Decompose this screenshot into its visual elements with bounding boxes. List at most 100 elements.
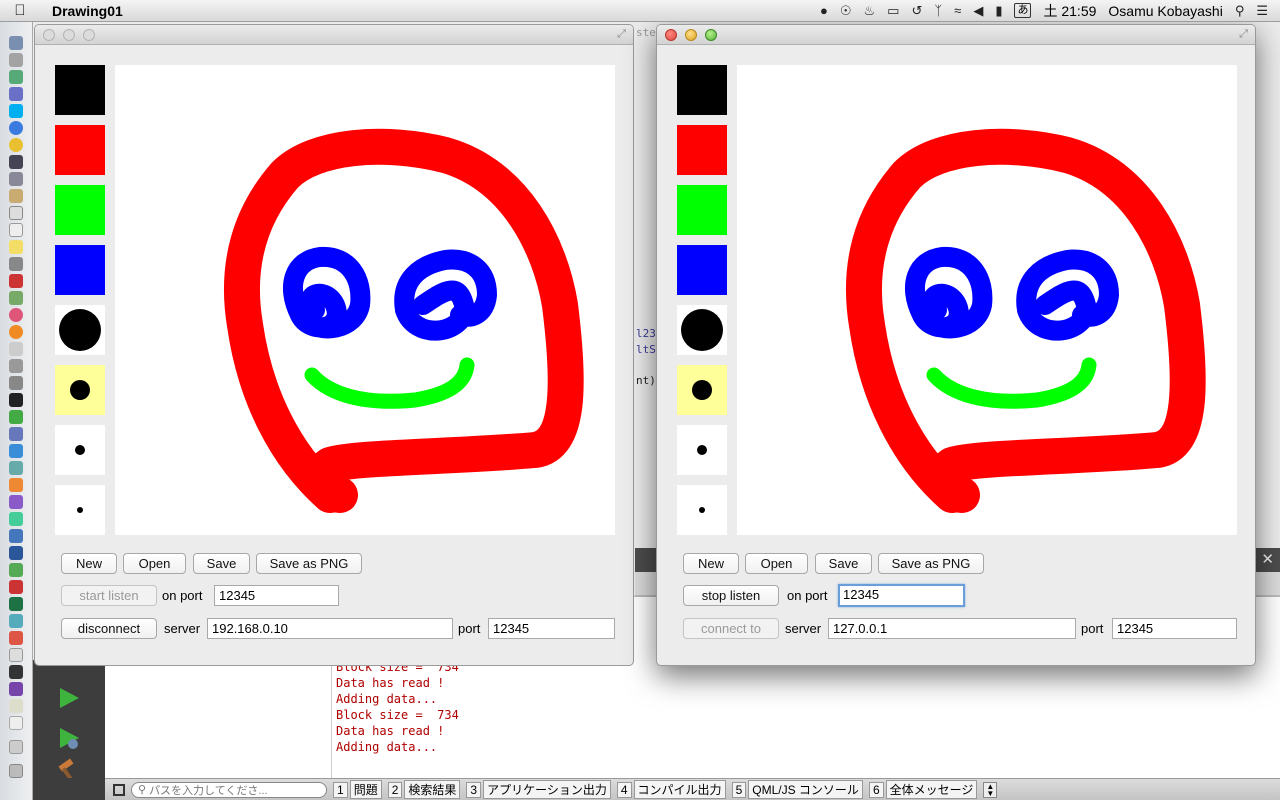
brush-size-large[interactable] [55, 305, 105, 355]
calendar-icon[interactable] [9, 206, 23, 220]
bluetooth-icon[interactable]: ᛉ [934, 3, 942, 18]
finder-icon[interactable] [9, 36, 23, 50]
app-icon[interactable] [9, 682, 23, 696]
menubar-user[interactable]: Osamu Kobayashi [1108, 3, 1222, 19]
brush-size-large[interactable] [677, 305, 727, 355]
chrome-icon[interactable] [9, 138, 23, 152]
window-titlebar[interactable]: ⤢ [657, 25, 1255, 45]
save-button[interactable]: Save [815, 553, 872, 574]
open-button[interactable]: Open [123, 553, 186, 574]
app-icon[interactable] [9, 410, 23, 424]
app-icon[interactable] [9, 257, 23, 271]
close-button[interactable] [665, 29, 677, 41]
menubar-clock[interactable]: 土 21:59 [1043, 1, 1096, 21]
app-icon[interactable] [9, 359, 23, 373]
color-swatch-blue[interactable] [55, 245, 105, 295]
tab-application-output[interactable]: 3 アプリケーション出力 [466, 780, 611, 799]
save-button[interactable]: Save [193, 553, 250, 574]
safari-icon[interactable] [9, 121, 23, 135]
app-icon[interactable] [9, 274, 23, 288]
tab-issues[interactable]: 1 問題 [333, 780, 382, 799]
app-icon[interactable] [9, 580, 23, 594]
app-icon[interactable] [9, 529, 23, 543]
tab-compile-output[interactable]: 4 コンパイル出力 [616, 780, 726, 799]
brush-size-small[interactable] [55, 425, 105, 475]
listen-button[interactable]: stop listen [683, 585, 779, 606]
airplay-icon[interactable]: ▭ [887, 3, 899, 19]
zoom-button[interactable] [83, 29, 95, 41]
stickies-icon[interactable] [9, 240, 23, 254]
locator-search-input[interactable]: ⚲ パスを入力してくださ... [131, 781, 327, 798]
terminal-icon[interactable] [9, 393, 23, 407]
wifi-icon[interactable]: ≈ [954, 3, 961, 18]
excel-icon[interactable] [9, 597, 23, 611]
server-address-input[interactable]: 192.168.0.10 [207, 618, 453, 639]
app-menu-name[interactable]: Drawing01 [52, 3, 123, 19]
app-icon[interactable] [9, 495, 23, 509]
notification-center-icon[interactable]: ☰ [1256, 3, 1268, 19]
app-icon[interactable] [9, 563, 23, 577]
app-icon[interactable] [9, 478, 23, 492]
app-icon[interactable] [9, 325, 23, 339]
close-button[interactable] [43, 29, 55, 41]
tab-search-results[interactable]: 2 検索結果 [387, 780, 461, 799]
brush-size-medium[interactable] [677, 365, 727, 415]
server-address-input[interactable]: 127.0.0.1 [828, 618, 1076, 639]
app-icon[interactable] [9, 699, 23, 713]
connect-button[interactable]: connect to [683, 618, 779, 639]
fullscreen-icon[interactable]: ⤢ [615, 28, 628, 41]
tab-general-messages[interactable]: 6 全体メッセージ [868, 780, 978, 799]
word-icon[interactable] [9, 546, 23, 560]
debug-run-icon[interactable] [56, 725, 82, 751]
input-method-indicator[interactable]: あ [1014, 3, 1032, 18]
powerpoint-icon[interactable] [9, 631, 23, 645]
window-titlebar[interactable]: ⤢ [35, 25, 633, 45]
app-icon[interactable] [9, 427, 23, 441]
app-icon[interactable] [9, 444, 23, 458]
time-machine-icon[interactable]: ↺ [911, 3, 922, 19]
new-button[interactable]: New [61, 553, 117, 574]
app-icon[interactable] [9, 172, 23, 186]
notes-icon[interactable] [9, 223, 23, 237]
app-icon[interactable] [9, 648, 23, 662]
skype-icon[interactable] [9, 104, 23, 118]
color-swatch-blue[interactable] [677, 245, 727, 295]
minimize-button[interactable] [63, 29, 75, 41]
new-button[interactable]: New [683, 553, 739, 574]
close-pane-icon[interactable]: ✕ [1261, 550, 1274, 568]
drawing-canvas[interactable] [737, 65, 1237, 535]
color-swatch-green[interactable] [677, 185, 727, 235]
brush-size-medium[interactable] [55, 365, 105, 415]
brush-size-tiny[interactable] [677, 485, 727, 535]
color-swatch-black[interactable] [677, 65, 727, 115]
tab-qml-console[interactable]: 5 QML/JS コンソール [731, 780, 863, 799]
trash-icon[interactable] [9, 764, 23, 778]
color-swatch-black[interactable] [55, 65, 105, 115]
color-swatch-red[interactable] [677, 125, 727, 175]
app-icon[interactable] [9, 512, 23, 526]
save-as-png-button[interactable]: Save as PNG [878, 553, 984, 574]
globe-icon[interactable]: ☉ [840, 3, 852, 19]
creative-cloud-icon[interactable]: ● [820, 3, 828, 18]
run-icon[interactable] [56, 685, 82, 711]
listen-port-input[interactable]: 12345 [214, 585, 339, 606]
zoom-button[interactable] [705, 29, 717, 41]
server-port-input[interactable]: 12345 [488, 618, 615, 639]
app-icon[interactable] [9, 291, 23, 305]
minimize-button[interactable] [685, 29, 697, 41]
volume-icon[interactable]: ◀ [973, 3, 983, 19]
app-icon[interactable] [9, 189, 23, 203]
color-swatch-red[interactable] [55, 125, 105, 175]
sidebar-toggle-icon[interactable] [113, 783, 125, 796]
battery-icon[interactable]: ▮ [995, 3, 1002, 19]
fullscreen-icon[interactable]: ⤢ [1237, 28, 1250, 41]
app-icon[interactable] [9, 376, 23, 390]
brush-size-small[interactable] [677, 425, 727, 475]
app-icon[interactable] [9, 716, 23, 730]
launchpad-icon[interactable] [9, 53, 23, 67]
save-as-png-button[interactable]: Save as PNG [256, 553, 362, 574]
color-swatch-green[interactable] [55, 185, 105, 235]
brush-size-tiny[interactable] [55, 485, 105, 535]
app-icon[interactable] [9, 461, 23, 475]
spotlight-search-icon[interactable]: ⚲ [1235, 3, 1245, 19]
